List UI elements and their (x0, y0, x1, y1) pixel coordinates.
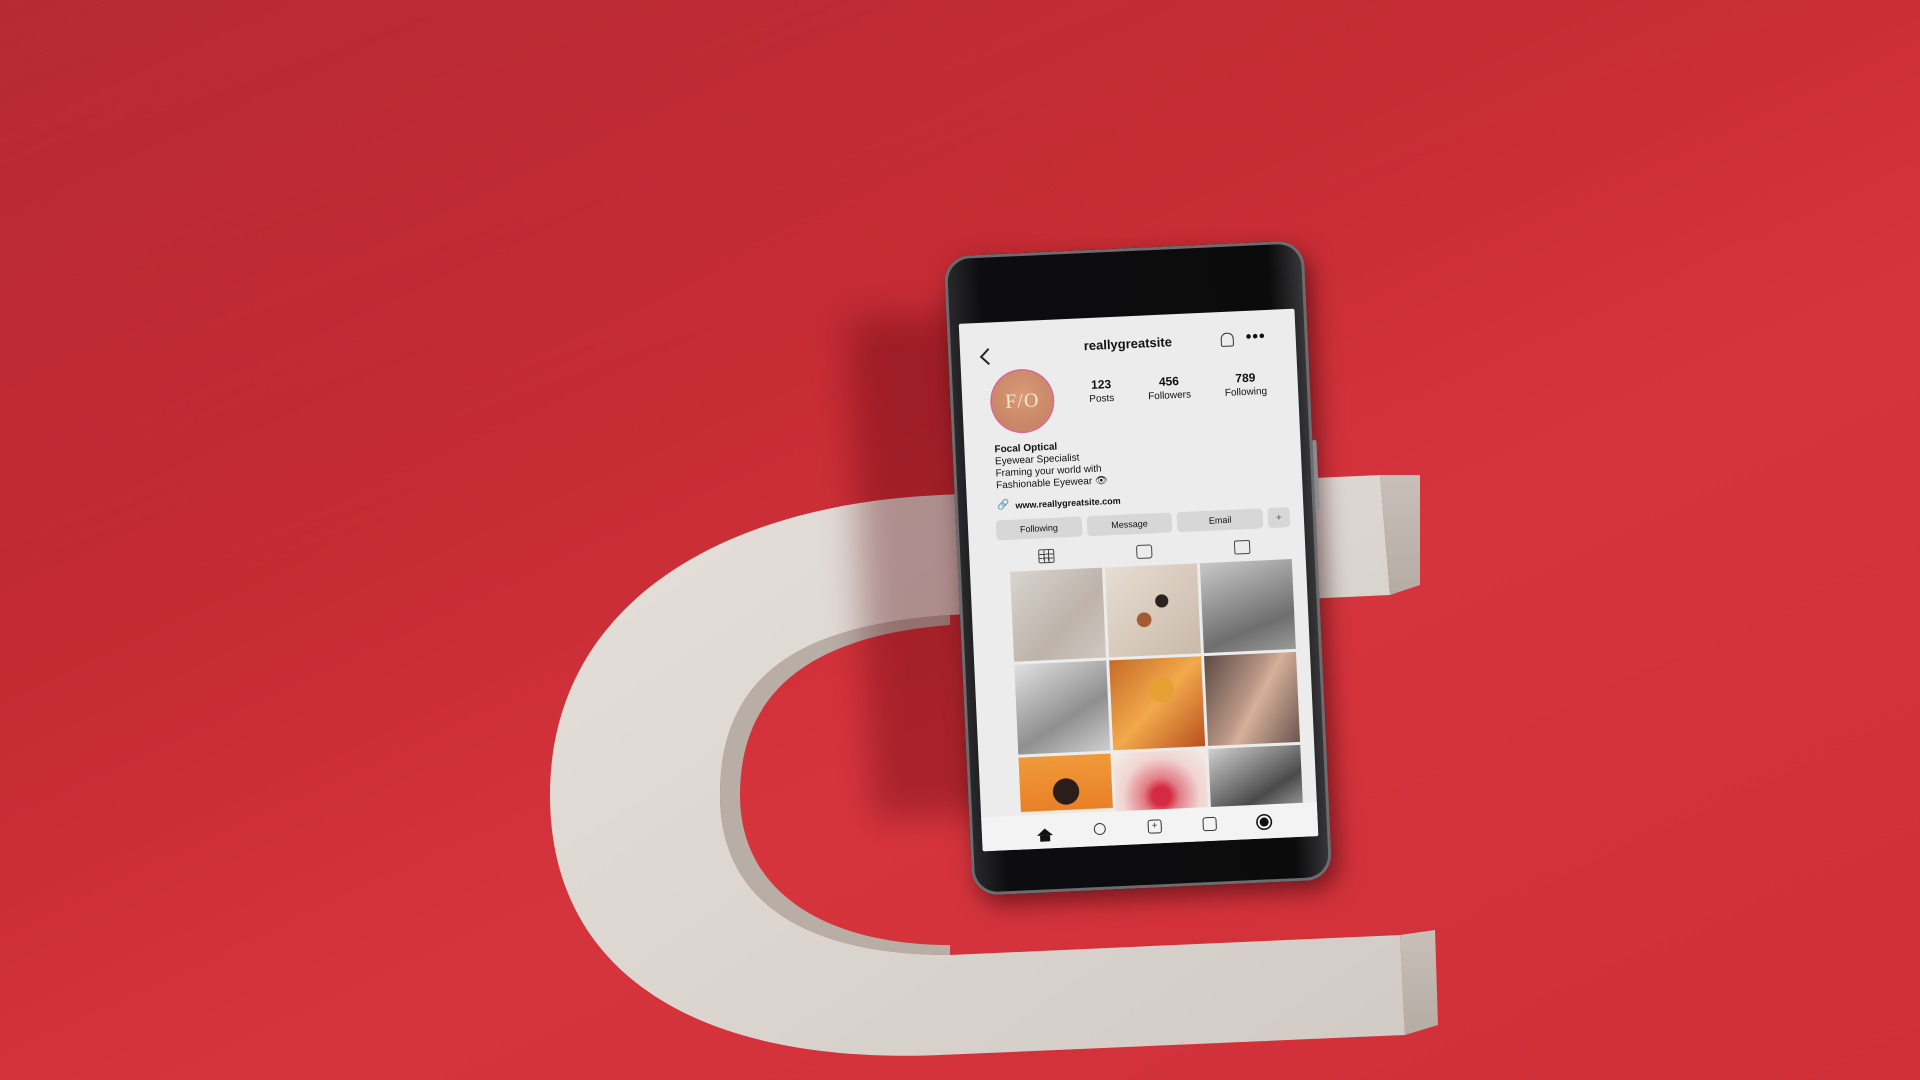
add-icon: + (1147, 819, 1163, 834)
smartphone: reallygreatsite ••• F/O 123 Posts 456 Fo… (943, 240, 1333, 896)
reels-icon[interactable] (1135, 544, 1153, 560)
nav-reels[interactable] (1202, 816, 1217, 832)
scene-background: reallygreatsite ••• F/O 123 Posts 456 Fo… (0, 0, 1920, 1080)
stat-following-label: Following (1224, 385, 1268, 399)
profile-icon (1257, 814, 1271, 829)
reels-icon (1202, 816, 1217, 832)
link-icon: 🔗 (996, 499, 1010, 512)
profile-link-text[interactable]: www.reallygreatsite.com (1015, 495, 1121, 510)
stat-following[interactable]: 789 Following (1224, 370, 1268, 399)
post-thumbnail[interactable] (1204, 651, 1301, 747)
stat-followers-value: 456 (1158, 373, 1180, 389)
nav-profile[interactable] (1257, 814, 1272, 829)
bell-icon[interactable] (1220, 332, 1235, 348)
following-button[interactable]: Following (995, 516, 1083, 541)
stat-followers[interactable]: 456 Followers (1147, 373, 1191, 402)
nav-add[interactable]: + (1147, 819, 1163, 834)
email-button[interactable]: Email (1176, 508, 1264, 533)
search-icon (1093, 822, 1107, 836)
stat-followers-label: Followers (1147, 389, 1192, 403)
nav-search[interactable] (1093, 822, 1108, 837)
post-thumbnail[interactable] (1104, 563, 1201, 658)
phone-screen: reallygreatsite ••• F/O 123 Posts 456 Fo… (958, 308, 1319, 852)
nav-home[interactable] (1037, 824, 1054, 839)
avatar[interactable]: F/O (990, 369, 1054, 433)
home-icon (1037, 827, 1054, 836)
avatar-initials: F/O (1004, 388, 1040, 413)
stat-posts[interactable]: 123 Posts (1088, 377, 1114, 405)
profile-actions: Following Message Email + (995, 507, 1291, 541)
profile-bio: Focal Optical Eyewear Specialist Framing… (994, 439, 1108, 492)
post-thumbnail[interactable] (1010, 567, 1107, 662)
post-thumbnail[interactable] (1014, 660, 1111, 755)
more-icon[interactable]: ••• (1245, 328, 1266, 347)
profile-header: reallygreatsite ••• (959, 317, 1296, 366)
stat-following-value: 789 (1235, 370, 1256, 386)
grid-icon[interactable] (1038, 548, 1055, 564)
post-thumbnail[interactable] (1199, 559, 1296, 654)
profile-link[interactable]: 🔗 www.reallygreatsite.com (996, 495, 1121, 512)
stat-posts-value: 123 (1090, 377, 1112, 392)
message-button[interactable]: Message (1086, 512, 1173, 537)
add-person-icon[interactable]: + (1267, 507, 1291, 529)
stat-posts-label: Posts (1089, 392, 1115, 406)
post-thumbnail[interactable] (1109, 656, 1206, 751)
profile-stats: 123 Posts 456 Followers 789 Following (1071, 369, 1284, 406)
tagged-icon[interactable] (1233, 539, 1251, 555)
